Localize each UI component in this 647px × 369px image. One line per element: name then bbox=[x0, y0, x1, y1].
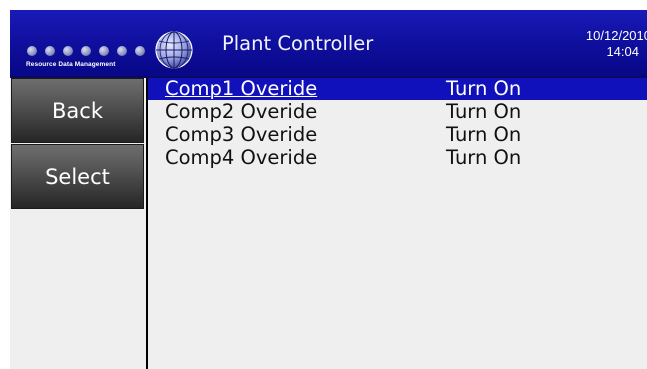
list-item-name: Comp3 Overide bbox=[165, 123, 318, 146]
plant-controller-screen: Resource Data Management Plant Controlle… bbox=[10, 10, 647, 369]
list-item-name: Comp1 Overide bbox=[165, 77, 318, 100]
list-item-action: Turn On bbox=[446, 123, 522, 146]
list-item-action: Turn On bbox=[446, 146, 522, 169]
date-readout: 10/12/2010 bbox=[585, 28, 647, 43]
company-logo-dots bbox=[27, 46, 147, 60]
list-item-comp2[interactable]: Comp2 Overide Turn On bbox=[148, 100, 647, 123]
list-item-comp4[interactable]: Comp4 Overide Turn On bbox=[148, 146, 647, 169]
sidebar: Back Select bbox=[10, 78, 146, 369]
page-title: Plant Controller bbox=[222, 32, 374, 55]
list-item-action: Turn On bbox=[446, 100, 522, 123]
select-button[interactable]: Select bbox=[11, 144, 144, 209]
header-bar: Resource Data Management Plant Controlle… bbox=[10, 10, 647, 78]
list-item-action: Turn On bbox=[446, 77, 522, 100]
globe-icon bbox=[155, 31, 193, 69]
list-item-comp3[interactable]: Comp3 Overide Turn On bbox=[148, 123, 647, 146]
time-readout: 14:04 bbox=[606, 44, 639, 59]
list-item-name: Comp2 Overide bbox=[165, 100, 318, 123]
list-item-comp1[interactable]: Comp1 Overide Turn On bbox=[148, 77, 647, 100]
list-item-name: Comp4 Overide bbox=[165, 146, 318, 169]
back-button[interactable]: Back bbox=[11, 78, 144, 143]
override-list: Comp1 Overide Turn On Comp2 Overide Turn… bbox=[148, 77, 647, 369]
company-logo-text: Resource Data Management bbox=[26, 61, 116, 68]
